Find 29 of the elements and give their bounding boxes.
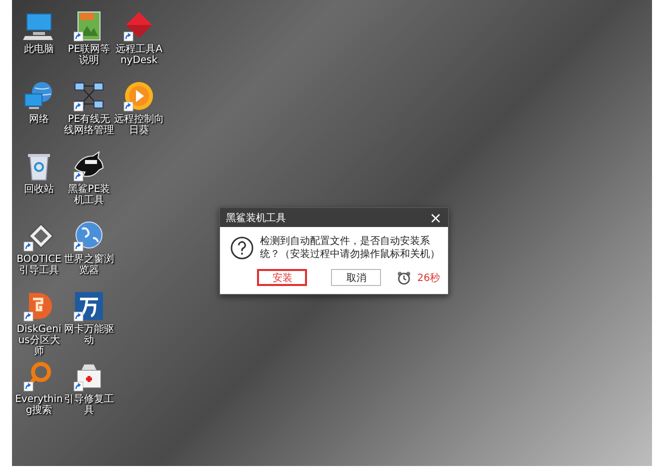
dialog-button[interactable]: 取消 (331, 269, 382, 286)
diskgenius-app-icon[interactable] (23, 290, 55, 322)
desktop-icon-label[interactable]: DiskGenius分区大师 (14, 324, 64, 357)
lan-app-icon[interactable] (73, 80, 105, 112)
desktop-icon-label[interactable]: 网卡万能驱动 (64, 324, 114, 346)
desktop-icon-label[interactable]: PE联网等说明 (64, 44, 114, 66)
dialog-button[interactable]: 安装 (257, 269, 308, 286)
diamond-app-icon[interactable] (123, 10, 155, 42)
desktop-icon-label[interactable]: 此电脑 (14, 44, 64, 55)
desktop-icon-label[interactable]: 回收站 (14, 184, 64, 195)
countdown-text: 26秒 (417, 272, 440, 284)
shark-app-icon[interactable] (73, 150, 105, 182)
desktop-icon-label[interactable]: BOOTICE引导工具 (14, 254, 64, 276)
dialog-message: 检测到自动配置文件，是否自动安装系统？（安装过程中请勿操作鼠标和关机） (260, 235, 440, 261)
desktop-icon-label[interactable]: 远程控制向日葵 (114, 114, 164, 136)
desktop-icon-label[interactable]: 远程工具AnyDesk (114, 44, 164, 66)
question-icon (230, 236, 254, 260)
desktop-icon-label[interactable]: 黑鲨PE装机工具 (64, 184, 114, 206)
sun-app-icon[interactable] (123, 80, 155, 112)
desktop-icon-label[interactable]: Everything搜索 (14, 394, 64, 416)
dialog-title: 黑鲨装机工具 (226, 212, 286, 224)
network-app-icon[interactable] (23, 80, 55, 112)
close-button[interactable]: × (429, 208, 442, 226)
desktop-icon-label[interactable]: 网络 (14, 114, 64, 125)
desktop-icon-label[interactable]: 引导修复工具 (64, 394, 114, 416)
desktop-icon-label[interactable]: 世界之窗浏览器 (64, 254, 114, 276)
globe-app-icon[interactable] (73, 220, 105, 252)
desktop-icon-label[interactable]: PE有线无线网络管理 (64, 114, 114, 136)
alarm-clock-icon (397, 270, 412, 284)
